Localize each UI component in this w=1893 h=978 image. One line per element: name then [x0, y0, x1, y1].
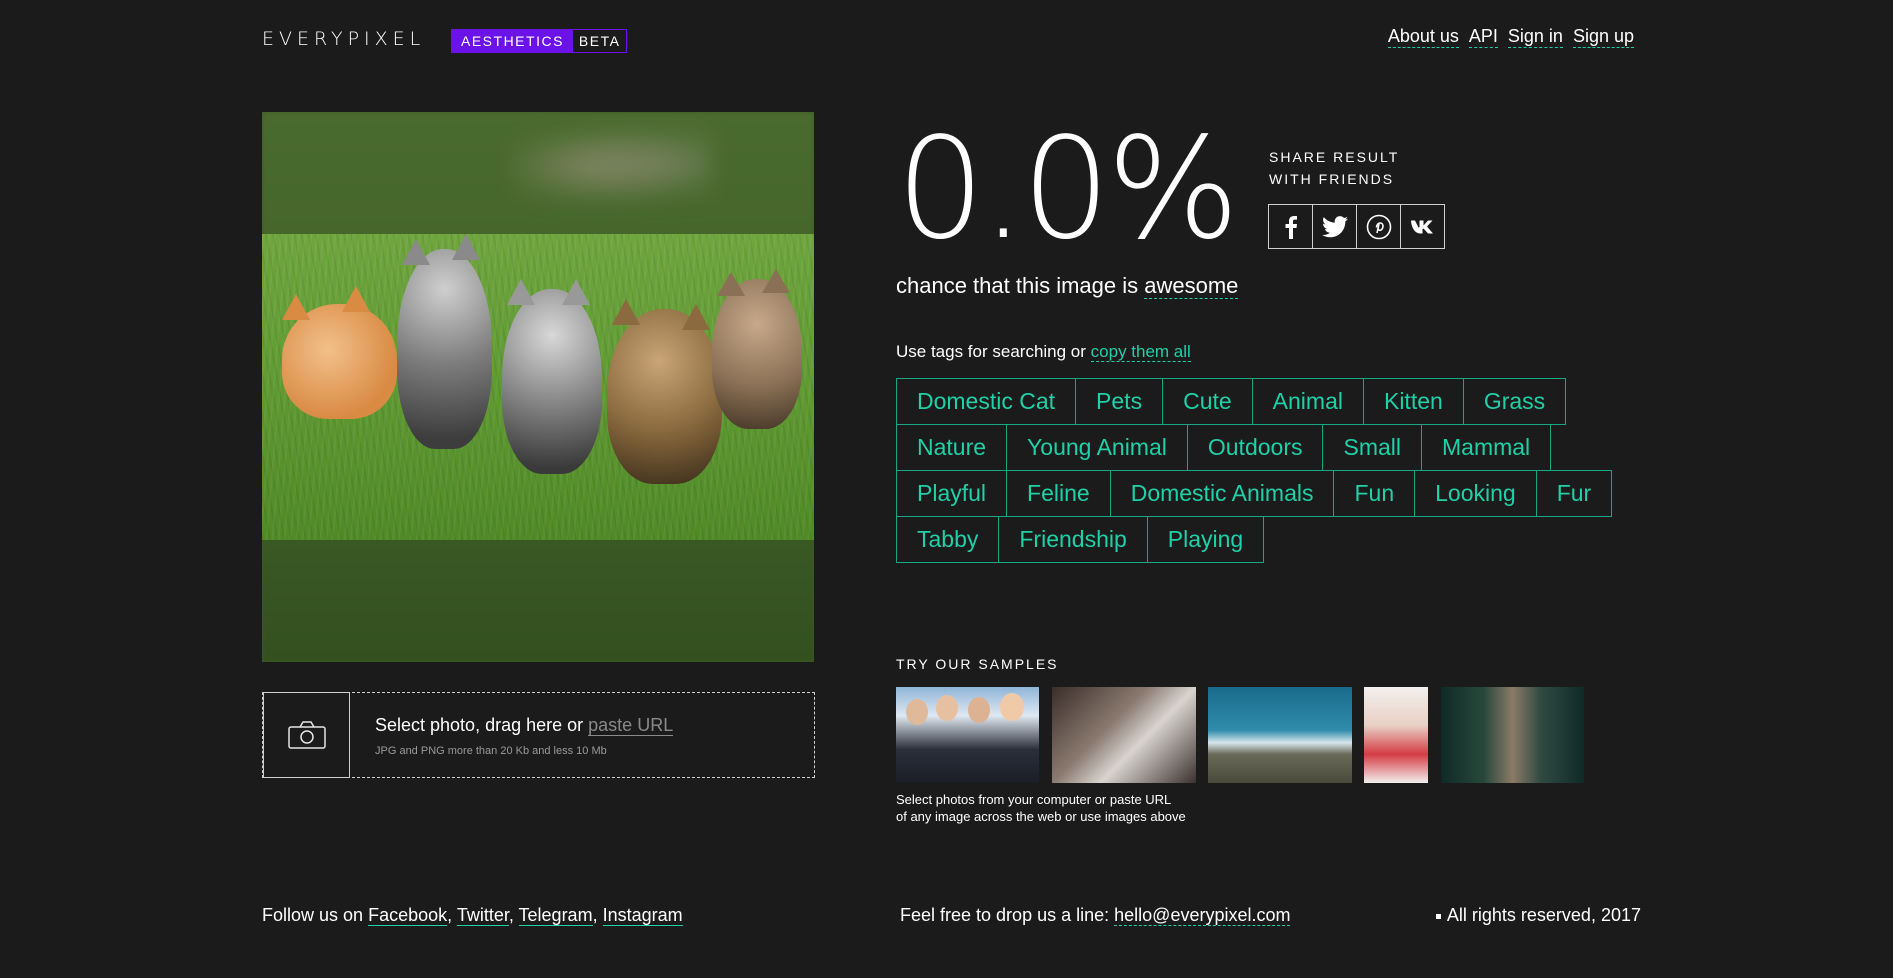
footer-contact: Feel free to drop us a line: hello@every…: [900, 905, 1291, 926]
tag-kitten[interactable]: Kitten: [1362, 378, 1464, 425]
rights-text: All rights reserved, 2017: [1446, 905, 1641, 925]
top-nav: About us API Sign in Sign up: [1387, 26, 1634, 48]
pinterest-icon: [1366, 214, 1391, 239]
share-line-1: SHARE RESULT: [1269, 149, 1400, 165]
sample-laptop-coffee[interactable]: [1052, 687, 1196, 783]
share-twitter-button[interactable]: [1313, 205, 1357, 248]
logo[interactable]: EVERYPIXEL: [262, 28, 425, 50]
footer-twitter-link[interactable]: Twitter: [456, 905, 509, 926]
footer-email-link[interactable]: hello@everypixel.com: [1114, 905, 1291, 926]
tag-grass[interactable]: Grass: [1462, 378, 1567, 425]
share-pinterest-button[interactable]: [1357, 205, 1401, 248]
tag-tabby[interactable]: Tabby: [896, 516, 1000, 563]
upload-prompt: Select photo, drag here or paste URL: [375, 715, 674, 736]
tag-small[interactable]: Small: [1322, 424, 1422, 471]
tag-playing[interactable]: Playing: [1146, 516, 1265, 563]
samples-help-line-1: Select photos from your computer or past…: [896, 792, 1172, 807]
sample-couple-forest[interactable]: [1441, 687, 1584, 783]
footer-follow: Follow us on Facebook, Twitter, Telegram…: [262, 905, 683, 926]
contact-label: Feel free to drop us a line:: [900, 905, 1110, 925]
paste-url-input[interactable]: paste URL: [588, 715, 674, 736]
footer-copyright: All rights reserved, 2017: [1435, 905, 1641, 926]
tag-fun[interactable]: Fun: [1333, 470, 1416, 517]
tag-young-animal[interactable]: Young Animal: [1006, 424, 1188, 471]
badge-aesthetics: AESTHETICS: [452, 30, 573, 52]
sample-couple-winter[interactable]: [1364, 687, 1428, 783]
photo-blur-kittens: [512, 122, 712, 212]
tag-domestic-animals[interactable]: Domestic Animals: [1109, 470, 1335, 517]
uploaded-photo: [262, 112, 814, 662]
tags-list: Domestic Cat Pets Cute Animal Kitten Gra…: [896, 378, 1636, 563]
samples-title: TRY OUR SAMPLES: [896, 656, 1059, 672]
kittens-photo: [262, 234, 814, 540]
share-title: SHARE RESULT WITH FRIENDS: [1269, 146, 1399, 190]
upload-prompt-text: Select photo, drag here or: [375, 715, 584, 735]
awesome-percent: 0.0%: [896, 108, 1240, 271]
tag-domestic-cat[interactable]: Domestic Cat: [896, 378, 1077, 425]
share-line-2: WITH FRIENDS: [1269, 171, 1395, 187]
tag-playful[interactable]: Playful: [896, 470, 1008, 517]
aesthetics-badge: AESTHETICS BETA: [451, 29, 628, 53]
tag-friendship[interactable]: Friendship: [998, 516, 1148, 563]
social-share-buttons: [1268, 204, 1445, 249]
awesome-link[interactable]: awesome: [1144, 273, 1239, 299]
camera-button[interactable]: [263, 692, 350, 778]
tag-nature[interactable]: Nature: [896, 424, 1008, 471]
copy-all-tags-link[interactable]: copy them all: [1090, 342, 1191, 362]
tags-intro: Use tags for searching or copy them all: [896, 342, 1191, 362]
chance-text: chance that this image is awesome: [896, 273, 1239, 299]
nav-sign-in[interactable]: Sign in: [1507, 26, 1563, 48]
follow-label: Follow us on: [262, 905, 364, 925]
footer-instagram-link[interactable]: Instagram: [602, 905, 683, 926]
tag-mammal[interactable]: Mammal: [1421, 424, 1552, 471]
samples-help-text: Select photos from your computer or past…: [896, 791, 1186, 825]
chance-label: chance that this image is: [896, 273, 1139, 298]
footer-facebook-link[interactable]: Facebook: [368, 905, 448, 926]
nav-about[interactable]: About us: [1387, 26, 1459, 48]
tag-outdoors[interactable]: Outdoors: [1186, 424, 1324, 471]
nav-api[interactable]: API: [1468, 26, 1498, 48]
sample-mountains[interactable]: [1208, 687, 1352, 783]
tags-intro-text: Use tags for searching or: [896, 342, 1086, 361]
nav-sign-up[interactable]: Sign up: [1572, 26, 1634, 48]
twitter-icon: [1321, 215, 1348, 237]
share-vk-button[interactable]: [1401, 205, 1444, 248]
badge-beta: BETA: [578, 33, 621, 49]
footer-telegram-link[interactable]: Telegram: [518, 905, 593, 926]
samples-help-line-2: of any image across the web or use image…: [896, 809, 1186, 824]
tag-looking[interactable]: Looking: [1414, 470, 1537, 517]
bullet-icon: [1435, 913, 1441, 919]
tag-animal[interactable]: Animal: [1251, 378, 1364, 425]
tag-cute[interactable]: Cute: [1162, 378, 1253, 425]
camera-icon: [287, 721, 326, 749]
upload-dropzone[interactable]: Select photo, drag here or paste URL JPG…: [262, 692, 815, 778]
share-facebook-button[interactable]: [1269, 205, 1313, 248]
tag-feline[interactable]: Feline: [1006, 470, 1111, 517]
vk-icon: [1410, 220, 1433, 233]
sample-business-team[interactable]: [896, 687, 1039, 783]
tag-pets[interactable]: Pets: [1075, 378, 1164, 425]
upload-hint: JPG and PNG more than 20 Kb and less 10 …: [375, 745, 607, 757]
tag-fur[interactable]: Fur: [1535, 470, 1613, 517]
facebook-icon: [1285, 215, 1297, 239]
